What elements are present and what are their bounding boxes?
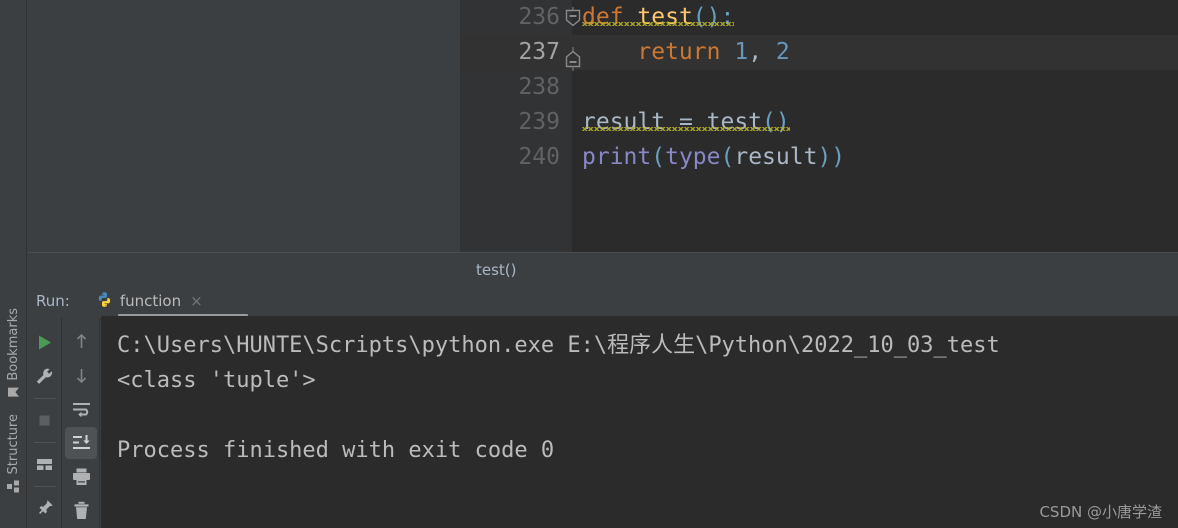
line-number: 237 [518, 39, 560, 65]
pin-button[interactable] [29, 492, 61, 524]
console-line-list: C:\Users\HUNTE\Scripts\python.exe E:\程序人… [117, 328, 1178, 468]
gutter-line-237[interactable]: 237 [460, 35, 572, 70]
token-ident: result [582, 109, 666, 135]
token-punc: () [762, 109, 790, 135]
structure-icon [7, 479, 20, 493]
token-fn: test [637, 4, 693, 30]
token-punc: ( [720, 144, 735, 170]
token-ident: test [706, 109, 763, 135]
run-tab-function[interactable]: function × [94, 286, 211, 316]
left-tool-strip-bottom: Bookmarks Structure [0, 286, 27, 528]
code-warning-span: result = test() [582, 109, 790, 135]
code-content[interactable]: def test(): return 1, 2 result = test() pr… [572, 0, 1178, 252]
code-span: print(type(result)) [582, 144, 845, 170]
token-op: , [748, 39, 776, 65]
sidebar-item-bookmarks-label: Bookmarks [6, 308, 21, 381]
prev-occurrence-button[interactable] [65, 326, 97, 358]
editor-gutter[interactable]: 236 237 238 239 240 [460, 0, 572, 252]
editor-area: 236 237 238 239 240 def test(): return 1, 2r… [0, 0, 1178, 286]
ide-window: 236 237 238 239 240 def test(): return 1, 2r… [0, 0, 1178, 528]
line-number: 240 [518, 144, 560, 170]
clear-all-button[interactable] [65, 494, 97, 526]
token-num: 1 [734, 39, 749, 65]
code-editor[interactable]: 236 237 238 239 240 def test(): return 1, 2r… [460, 0, 1178, 286]
code-line-239[interactable]: result = test() [572, 105, 1178, 140]
fold-marker-collapse-icon[interactable] [564, 7, 582, 27]
gutter-line-240[interactable]: 240 [460, 140, 572, 175]
token-punc: )) [817, 144, 846, 170]
token-op [720, 39, 734, 65]
code-line-236[interactable]: def test(): [572, 0, 1178, 35]
gutter-line-list: 236 237 238 239 240 [460, 0, 572, 175]
token-kw: def [582, 4, 624, 30]
gutter-line-236[interactable]: 236 [460, 0, 572, 35]
run-tool-window: Bookmarks Structure Run: function × C:\U… [0, 286, 1178, 528]
token-kw: return [637, 39, 721, 65]
print-button[interactable] [65, 461, 97, 493]
run-label: Run: [36, 292, 70, 310]
project-panel-footer [28, 252, 460, 286]
toolbar-separator [33, 442, 56, 443]
watermark: CSDN @小唐学渣 [1039, 503, 1162, 521]
next-occurrence-button[interactable] [65, 360, 97, 392]
run-header: Run: function × [28, 286, 1178, 316]
sidebar-item-structure[interactable]: Structure [0, 414, 27, 493]
close-icon[interactable]: × [190, 292, 203, 310]
token-op [582, 39, 637, 65]
soft-wrap-button[interactable] [65, 393, 97, 425]
code-line-238[interactable] [572, 70, 1178, 105]
token-ident: result [734, 144, 818, 170]
token-builtin: type [665, 144, 721, 170]
token-op: = [665, 109, 707, 135]
run-controls-toolbar [28, 318, 62, 528]
console-line: <class 'tuple'> [117, 368, 316, 393]
line-number: 239 [518, 109, 560, 135]
line-number: 236 [518, 4, 560, 30]
code-line-237[interactable]: return 1, 2 [572, 35, 1178, 70]
layout-button[interactable] [29, 448, 61, 480]
token-op [624, 4, 638, 30]
scroll-to-end-button[interactable] [65, 427, 97, 459]
gutter-line-239[interactable]: 239 [460, 105, 572, 140]
sidebar-item-bookmarks[interactable]: Bookmarks [0, 308, 27, 399]
code-line-list: def test(): return 1, 2 result = test() pr… [572, 0, 1178, 175]
bookmark-icon [7, 387, 20, 398]
toolbar-separator [33, 486, 56, 487]
token-punc: ( [651, 144, 666, 170]
code-warning-span: def test(): [582, 4, 734, 30]
toolbar-separator [33, 398, 56, 399]
console-line: Process finished with exit code 0 [117, 438, 555, 463]
token-punc: : [720, 4, 735, 30]
code-span: return 1, 2 [582, 39, 790, 65]
gutter-line-238[interactable]: 238 [460, 70, 572, 105]
token-punc: () [692, 4, 721, 30]
settings-button[interactable] [29, 360, 61, 392]
line-number: 238 [518, 74, 560, 100]
token-num: 2 [775, 39, 790, 65]
console-line: C:\Users\HUNTE\Scripts\python.exe E:\程序人… [117, 333, 1000, 358]
left-tool-strip-top [0, 0, 27, 286]
token-builtin: print [582, 144, 652, 170]
fold-marker-end-icon[interactable] [564, 47, 582, 71]
python-file-icon [96, 291, 113, 312]
code-line-240[interactable]: print(type(result)) [572, 140, 1178, 175]
sidebar-item-structure-label: Structure [6, 414, 21, 475]
console-controls-toolbar [63, 318, 100, 528]
breadcrumb-label: test() [476, 260, 517, 279]
breadcrumb[interactable]: test() [460, 252, 1178, 286]
console-output[interactable]: C:\Users\HUNTE\Scripts\python.exe E:\程序人… [101, 316, 1178, 528]
run-button[interactable] [29, 326, 61, 358]
run-tab-label: function [119, 292, 182, 310]
project-panel[interactable] [28, 0, 460, 286]
stop-button[interactable] [29, 404, 61, 436]
